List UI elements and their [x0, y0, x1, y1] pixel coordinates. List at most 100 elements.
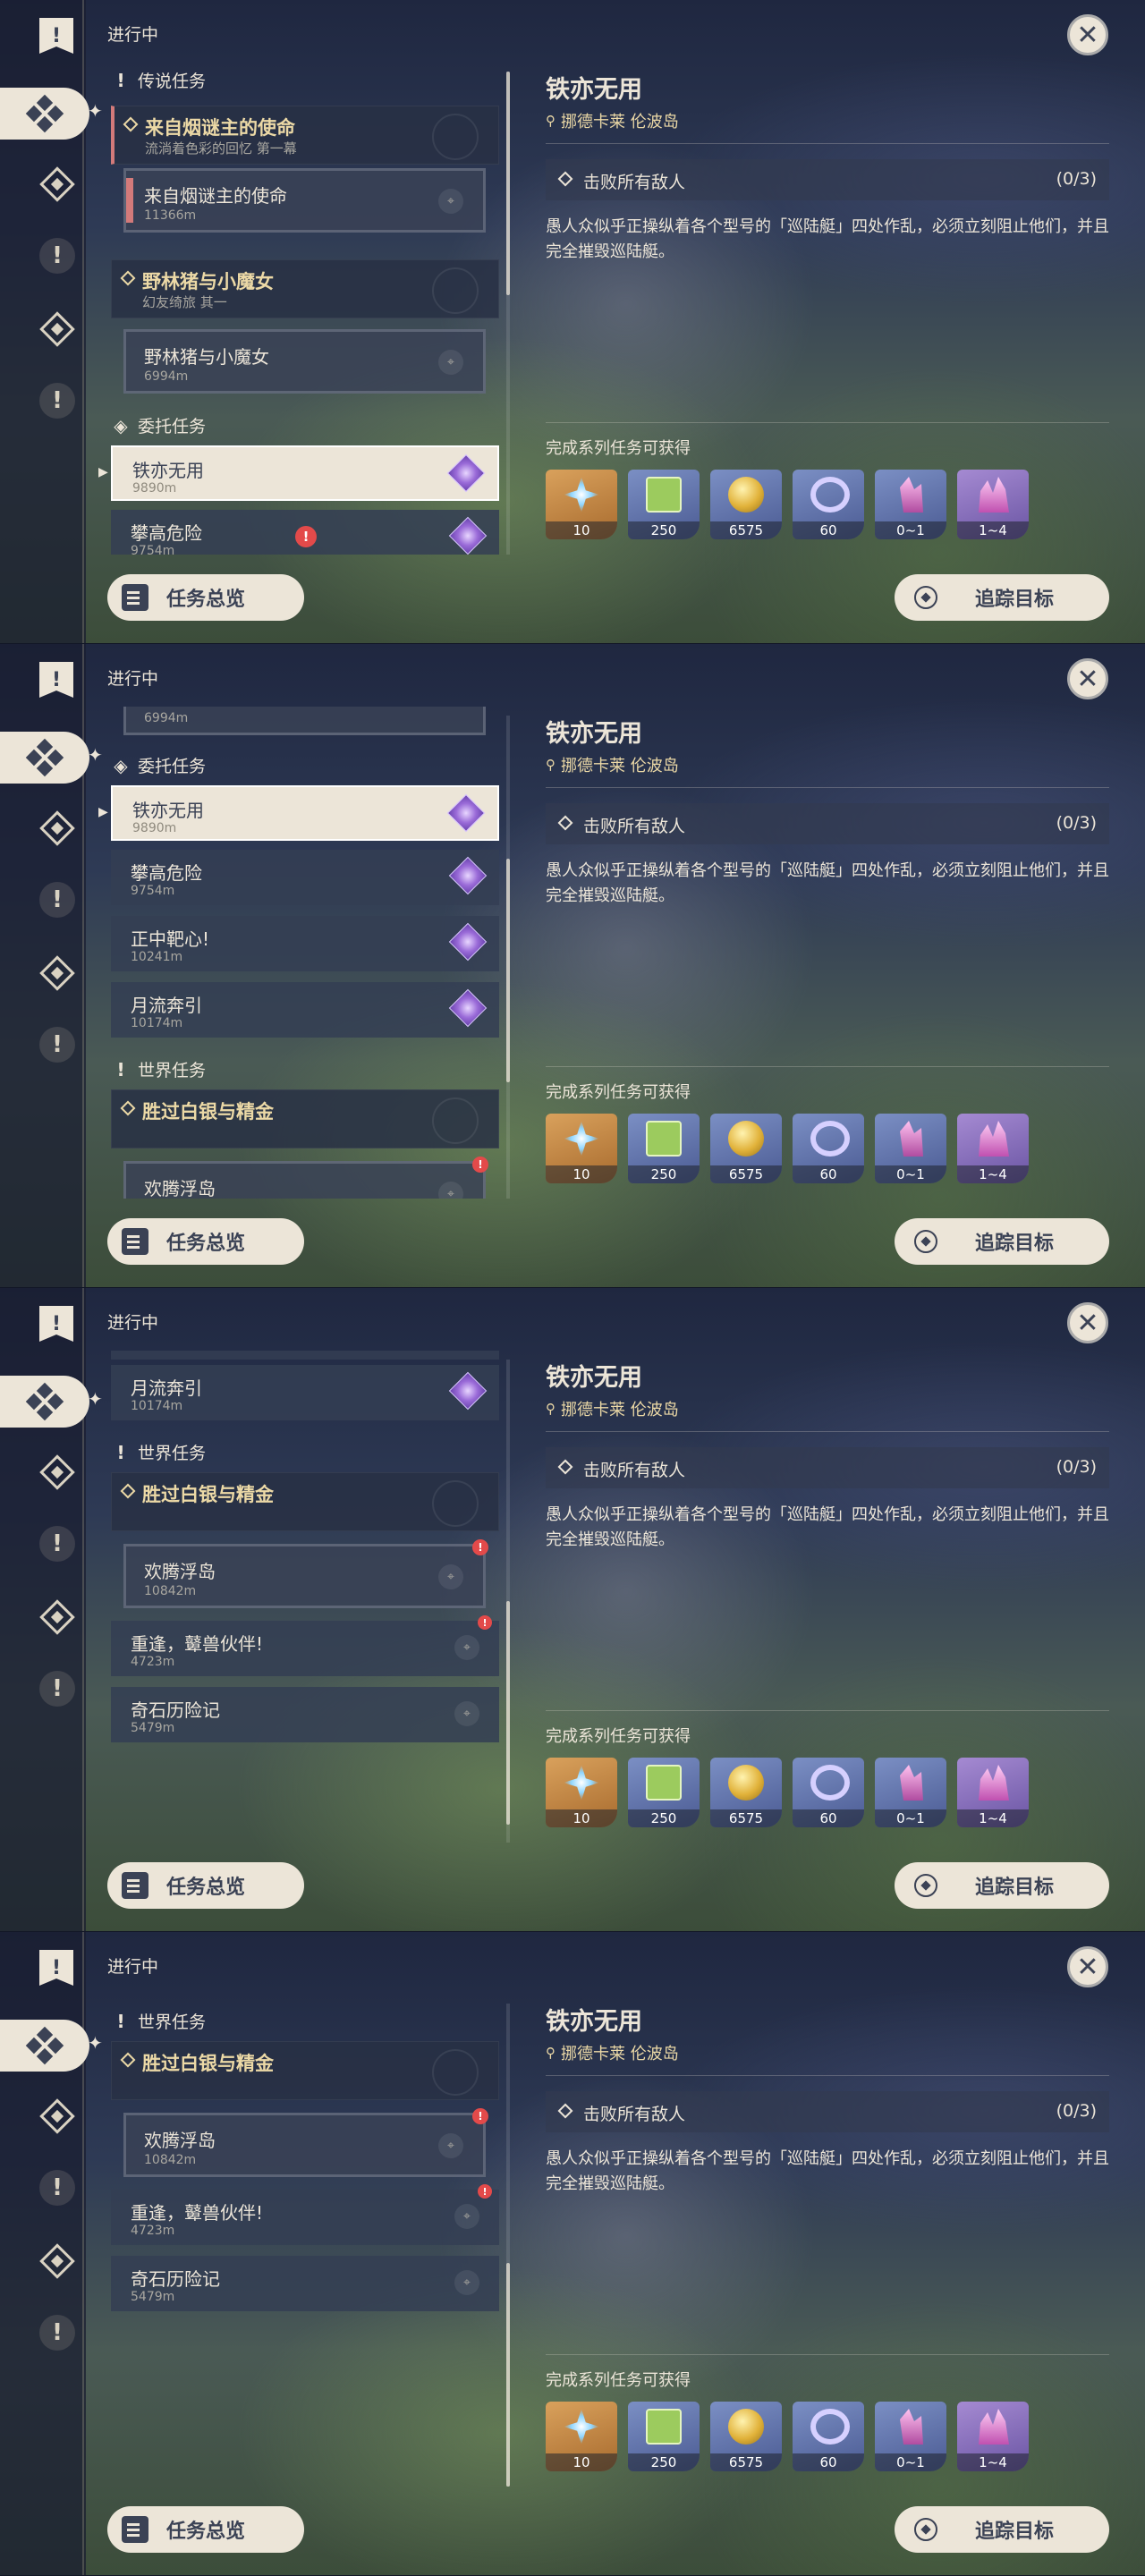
quest-row[interactable]: 攀高危险 9754m: [111, 850, 499, 905]
sidebar-item-world[interactable]: !: [34, 1665, 81, 1712]
sidebar-item-commission[interactable]: [34, 2238, 81, 2284]
quest-step[interactable]: 欢腾浮岛 10842m ⌖ !: [123, 1157, 488, 1199]
sidebar-item-commission[interactable]: [34, 950, 81, 996]
location-pin-icon[interactable]: ⌖: [438, 2133, 463, 2158]
reward-item[interactable]: 0~1: [875, 1758, 946, 1827]
reward-item[interactable]: 60: [793, 1758, 864, 1827]
location-pin-icon[interactable]: ⌖: [438, 350, 463, 375]
quest-step[interactable]: 野林猪与小魔女 6994m ⌖: [123, 329, 486, 394]
sidebar-item-all-quests[interactable]: [0, 88, 89, 140]
sidebar-item-story[interactable]: !: [34, 1521, 81, 1567]
sidebar-item-all-quests[interactable]: [0, 1376, 89, 1428]
location-pin-icon[interactable]: ⌖: [438, 189, 463, 214]
reward-item[interactable]: 10: [546, 1114, 617, 1183]
location-pin-icon[interactable]: ⌖: [438, 1182, 463, 1199]
reward-item[interactable]: 10: [546, 1758, 617, 1827]
quest-row[interactable]: 月流奔引 10174m: [111, 982, 499, 1038]
quest-group[interactable]: 胜过白银与精金: [111, 2041, 499, 2100]
reward-item[interactable]: 250: [628, 470, 700, 539]
close-button[interactable]: ✕: [1067, 658, 1108, 699]
location-pin-icon[interactable]: ⌖: [454, 2204, 479, 2229]
reward-item[interactable]: 250: [628, 1758, 700, 1827]
quest-row-selected[interactable]: 铁亦无用 9890m: [111, 445, 499, 501]
quest-overview-button[interactable]: 任务总览: [107, 574, 304, 621]
sidebar-item-archon[interactable]: [34, 2093, 81, 2140]
quest-group[interactable]: 野林猪与小魔女 幻友绮旅 其一: [111, 259, 499, 318]
sidebar-item-world[interactable]: !: [34, 1021, 81, 1068]
sidebar-item-archon[interactable]: [34, 1449, 81, 1496]
quest-step[interactable]: 欢腾浮岛 10842m ⌖ !: [123, 1539, 488, 1608]
sidebar-item-world[interactable]: !: [34, 2309, 81, 2356]
sidebar-item-world[interactable]: !: [34, 377, 81, 424]
quest-list[interactable]: ! 传说任务 来自烟谜主的使命 流淌着色彩的回忆 第一幕 来自烟谜主的使命 113…: [107, 63, 505, 555]
quest-row[interactable]: 正中靶心! 10241m: [111, 916, 499, 971]
quest-group[interactable]: 来自烟谜主的使命 流淌着色彩的回忆 第一幕: [111, 106, 499, 165]
quest-row[interactable]: 重逢，鼙兽伙伴! 4723m ⌖ !: [111, 1615, 499, 1676]
quest-step[interactable]: 野林猪与小魔女 6994m: [123, 707, 486, 735]
sidebar-item-all-quests[interactable]: [0, 2020, 89, 2072]
track-target-button[interactable]: 追踪目标: [895, 2506, 1109, 2553]
quest-row[interactable]: 攀高危险 9754m !: [111, 510, 499, 555]
quest-row[interactable]: 月流奔引 10174m: [111, 1365, 499, 1420]
reward-item[interactable]: 0~1: [875, 2402, 946, 2471]
archon-quest-icon: [39, 166, 75, 202]
scrollbar[interactable]: [506, 2004, 510, 2487]
reward-item[interactable]: 6575: [710, 1114, 782, 1183]
reward-item[interactable]: 60: [793, 2402, 864, 2471]
sidebar-item-story[interactable]: !: [34, 877, 81, 923]
quest-list[interactable]: 正中靶心! 10241m 月流奔引 10174m !世界任务 胜过白银与精金 欢…: [107, 1351, 505, 1843]
sidebar-item-commission[interactable]: [34, 1594, 81, 1640]
quest-list[interactable]: 野林猪与小魔女 6994m ◈委托任务 铁亦无用 9890m 攀高危险 9754…: [107, 707, 505, 1199]
reward-item[interactable]: 1~4: [957, 1114, 1029, 1183]
close-button[interactable]: ✕: [1067, 1302, 1108, 1343]
sidebar-item-all-quests[interactable]: [0, 732, 89, 784]
location-pin-icon[interactable]: ⌖: [454, 2270, 479, 2295]
quest-row-selected[interactable]: 铁亦无用 9890m: [111, 785, 499, 841]
reward-item[interactable]: 6575: [710, 470, 782, 539]
reward-item[interactable]: 60: [793, 1114, 864, 1183]
scrollbar[interactable]: [506, 72, 510, 555]
sidebar-item-story[interactable]: !: [34, 2165, 81, 2211]
quest-row[interactable]: 奇石历险记 5479m ⌖: [111, 1687, 499, 1742]
quest-row[interactable]: 重逢，鼙兽伙伴! 4723m ⌖ !: [111, 2184, 499, 2245]
quest-title: 铁亦无用: [546, 76, 642, 104]
reward-item[interactable]: 250: [628, 1114, 700, 1183]
quest-overview-button[interactable]: 任务总览: [107, 1862, 304, 1909]
section-header: ! 世界任务: [116, 2010, 207, 2033]
reward-item[interactable]: 250: [628, 2402, 700, 2471]
sidebar-item-archon[interactable]: [34, 805, 81, 852]
quest-list[interactable]: ! 世界任务 胜过白银与精金 欢腾浮岛 10842m ⌖ ! 重逢，鼙兽伙伴! 4…: [107, 1995, 505, 2487]
quest-step[interactable]: 来自烟谜主的使命 11366m ⌖: [123, 168, 486, 233]
track-target-button[interactable]: 追踪目标: [895, 574, 1109, 621]
reward-item[interactable]: 0~1: [875, 470, 946, 539]
quest-row[interactable]: 正中靶心! 10241m: [111, 1351, 499, 1360]
quest-group[interactable]: 胜过白银与精金: [111, 1472, 499, 1531]
reward-item[interactable]: 1~4: [957, 1758, 1029, 1827]
quest-overview-button[interactable]: 任务总览: [107, 1218, 304, 1265]
reward-item[interactable]: 10: [546, 2402, 617, 2471]
sidebar-item-archon[interactable]: [34, 161, 81, 208]
quest-row[interactable]: 奇石历险记 5479m ⌖: [111, 2256, 499, 2311]
reward-item[interactable]: 0~1: [875, 1114, 946, 1183]
reward-item[interactable]: 1~4: [957, 470, 1029, 539]
quest-step[interactable]: 欢腾浮岛 10842m ⌖ !: [123, 2108, 488, 2177]
commission-icon: [39, 1599, 75, 1635]
location-pin-icon[interactable]: ⌖: [454, 1635, 479, 1660]
reward-item[interactable]: 60: [793, 470, 864, 539]
quest-overview-button[interactable]: 任务总览: [107, 2506, 304, 2553]
location-pin-icon[interactable]: ⌖: [454, 1701, 479, 1726]
sidebar-item-commission[interactable]: [34, 306, 81, 352]
scrollbar[interactable]: [506, 1360, 510, 1843]
close-button[interactable]: ✕: [1067, 14, 1108, 55]
scrollbar[interactable]: [506, 716, 510, 1199]
reward-item[interactable]: 1~4: [957, 2402, 1029, 2471]
reward-item[interactable]: 6575: [710, 2402, 782, 2471]
reward-item[interactable]: 10: [546, 470, 617, 539]
reward-item[interactable]: 6575: [710, 1758, 782, 1827]
location-pin-icon[interactable]: ⌖: [438, 1564, 463, 1589]
track-target-button[interactable]: 追踪目标: [895, 1218, 1109, 1265]
track-target-button[interactable]: 追踪目标: [895, 1862, 1109, 1909]
close-button[interactable]: ✕: [1067, 1946, 1108, 1987]
quest-group[interactable]: 胜过白银与精金: [111, 1089, 499, 1148]
sidebar-item-story[interactable]: !: [34, 233, 81, 279]
